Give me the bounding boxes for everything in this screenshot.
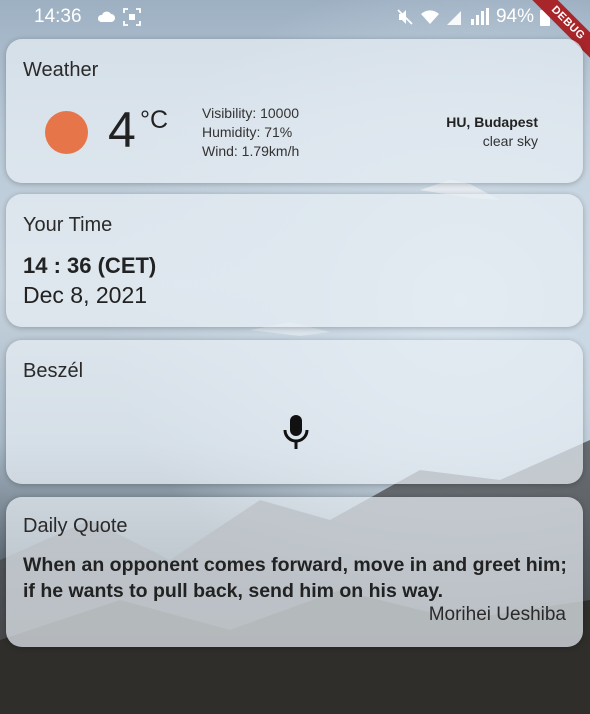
quote-card[interactable]: Daily Quote When an opponent comes forwa…: [6, 497, 583, 647]
quote-text: When an opponent comes forward, move in …: [23, 554, 567, 602]
sun-icon: [45, 111, 88, 154]
visibility-text: Visibility: 10000: [202, 105, 300, 121]
mute-icon: [397, 9, 413, 25]
time-card[interactable]: Your Time 14 : 36 (CET) Dec 8, 2021: [6, 194, 583, 327]
microphone-icon[interactable]: [282, 414, 310, 450]
quote-author: Morihei Ueshiba: [428, 604, 566, 625]
status-bar: 14:36 94% DEBUG: [0, 0, 590, 61]
screenshot-icon: [123, 8, 141, 26]
humidity-text: Humidity: 71%: [202, 124, 293, 140]
temperature-unit: °C: [140, 106, 169, 134]
weather-title: Weather: [23, 59, 99, 81]
signal-icon: [446, 11, 461, 25]
weather-details: Visibility: 10000 Humidity: 71% Wind: 1.…: [202, 104, 299, 161]
weather-location: HU, Budapest clear sky: [446, 113, 538, 151]
wifi-icon: [420, 10, 439, 24]
location-name: HU, Budapest: [446, 114, 538, 130]
time-card-title: Your Time: [23, 214, 113, 236]
signal-bars-icon: [470, 8, 489, 25]
speak-card[interactable]: Beszél: [6, 340, 583, 484]
cloud-icon: [97, 11, 115, 22]
quote-card-title: Daily Quote: [23, 515, 128, 537]
wind-text: Wind: 1.79km/h: [202, 143, 300, 159]
speak-card-title: Beszél: [23, 360, 84, 382]
current-date: Dec 8, 2021: [23, 282, 148, 308]
temperature-value: 4: [108, 102, 136, 158]
current-time: 14 : 36 (CET): [23, 253, 157, 278]
status-time: 14:36: [34, 6, 82, 27]
battery-percentage: 94%: [495, 6, 534, 27]
weather-card[interactable]: Weather 4 °C Visibility: 10000 Humidity:…: [6, 39, 583, 183]
weather-condition: clear sky: [482, 133, 538, 149]
